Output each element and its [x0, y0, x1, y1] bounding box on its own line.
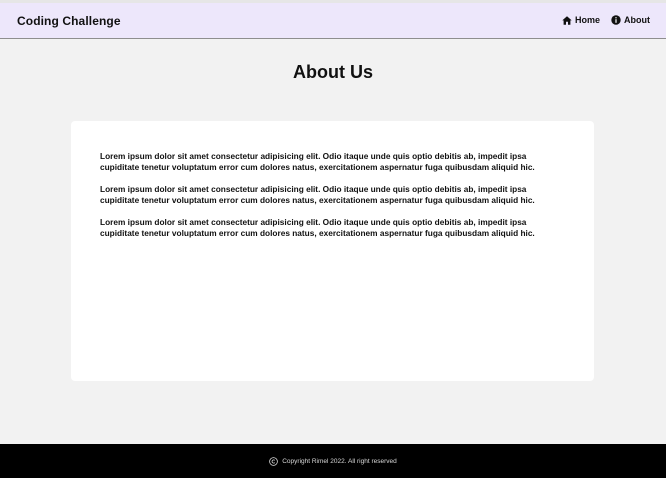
about-paragraph: Lorem ipsum dolor sit amet consectetur a…: [100, 184, 535, 205]
home-icon: [562, 15, 572, 25]
nav-about-link[interactable]: About: [611, 15, 650, 25]
about-card: Lorem ipsum dolor sit amet consectetur a…: [71, 121, 594, 381]
copyright-icon: [269, 456, 279, 466]
footer-copyright-text: Copyright Rimel 2022. All right reserved: [282, 457, 397, 465]
nav-home-link[interactable]: Home: [562, 15, 600, 25]
navbar: Coding Challenge Home About: [0, 3, 666, 39]
about-paragraph: Lorem ipsum dolor sit amet consectetur a…: [100, 217, 535, 238]
nav-home-label: Home: [574, 15, 600, 25]
footer: Copyright Rimel 2022. All right reserved: [0, 444, 666, 478]
page-title: About Us: [293, 62, 373, 82]
nav-links: Home About: [562, 15, 650, 25]
brand-title[interactable]: Coding Challenge: [17, 14, 121, 28]
nav-about-label: About: [624, 15, 650, 25]
info-icon: [611, 15, 621, 25]
about-card-body: Lorem ipsum dolor sit amet consectetur a…: [100, 151, 563, 250]
about-paragraph: Lorem ipsum dolor sit amet consectetur a…: [100, 151, 535, 172]
